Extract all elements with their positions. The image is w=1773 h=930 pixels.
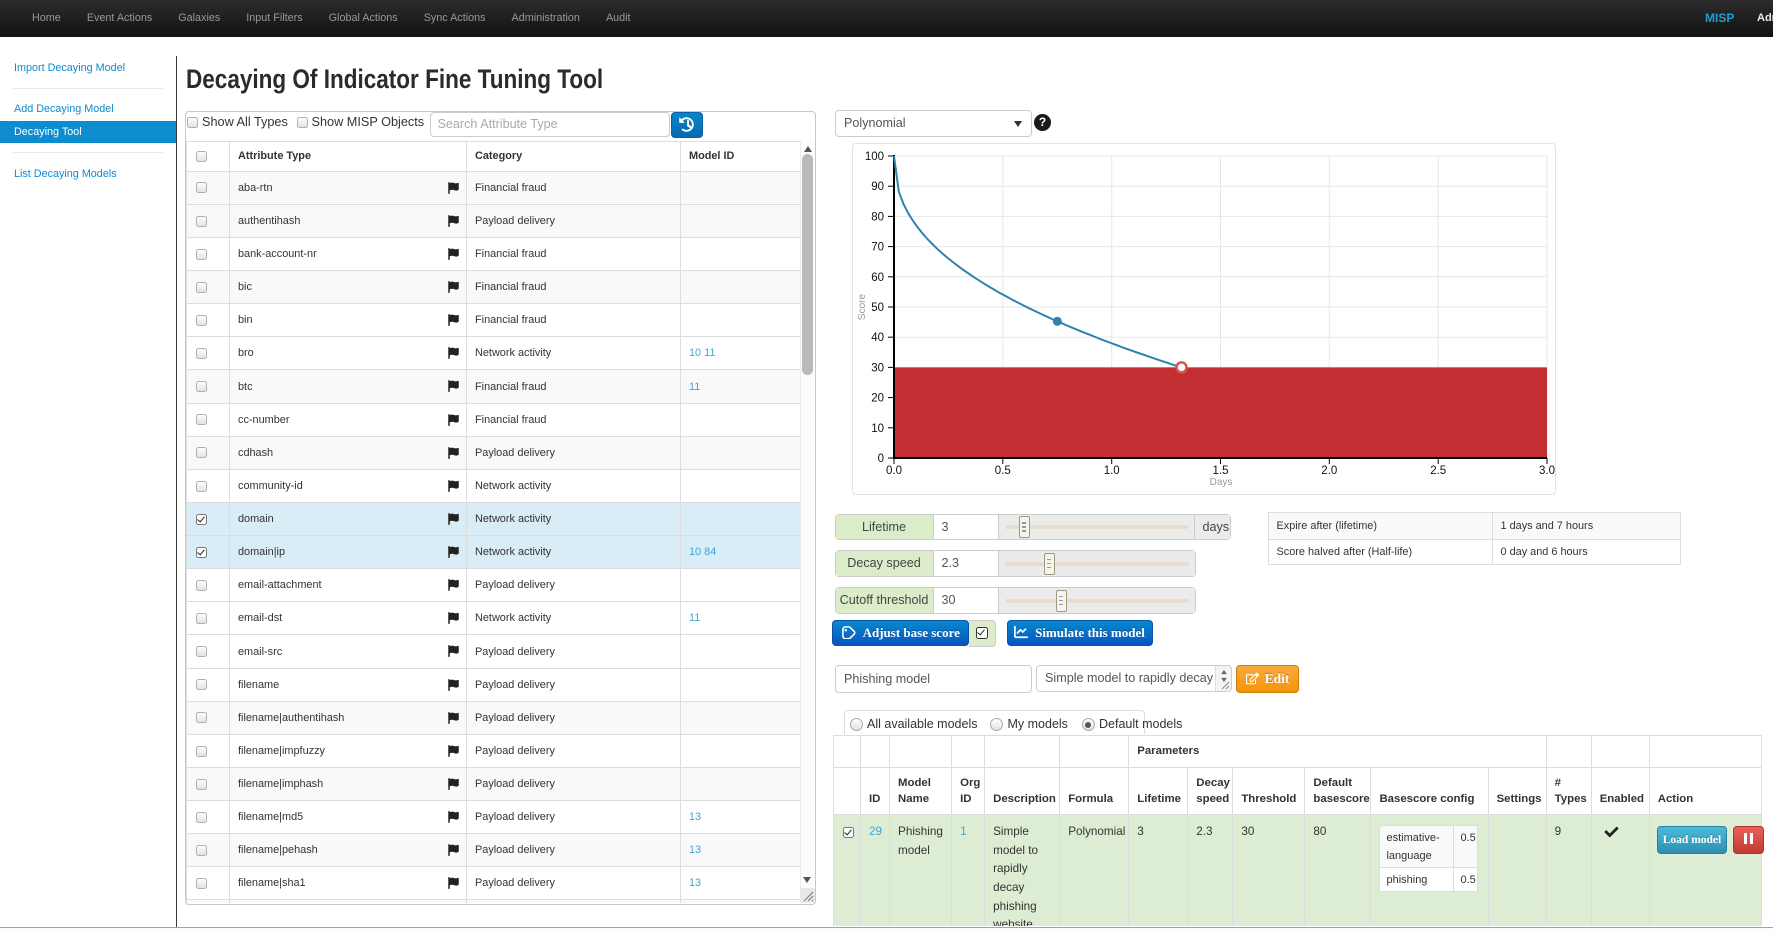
svg-text:80: 80 (871, 211, 884, 223)
svg-text:2.5: 2.5 (1430, 465, 1446, 477)
svg-text:1.0: 1.0 (1104, 465, 1120, 477)
svg-text:0.5: 0.5 (995, 465, 1011, 477)
svg-text:50: 50 (871, 302, 884, 314)
svg-text:1.5: 1.5 (1213, 465, 1229, 477)
svg-text:10: 10 (871, 423, 884, 435)
svg-text:0.0: 0.0 (886, 465, 902, 477)
svg-text:60: 60 (871, 272, 884, 284)
svg-text:2.0: 2.0 (1321, 465, 1337, 477)
svg-text:20: 20 (871, 393, 884, 405)
svg-text:Days: Days (1210, 477, 1233, 488)
svg-text:Score: Score (857, 294, 868, 321)
svg-text:70: 70 (871, 242, 884, 254)
svg-text:90: 90 (871, 181, 884, 193)
svg-text:40: 40 (871, 332, 884, 344)
svg-text:3.0: 3.0 (1539, 465, 1555, 477)
svg-text:30: 30 (871, 362, 884, 374)
svg-text:100: 100 (865, 151, 884, 163)
svg-text:0: 0 (878, 453, 884, 465)
